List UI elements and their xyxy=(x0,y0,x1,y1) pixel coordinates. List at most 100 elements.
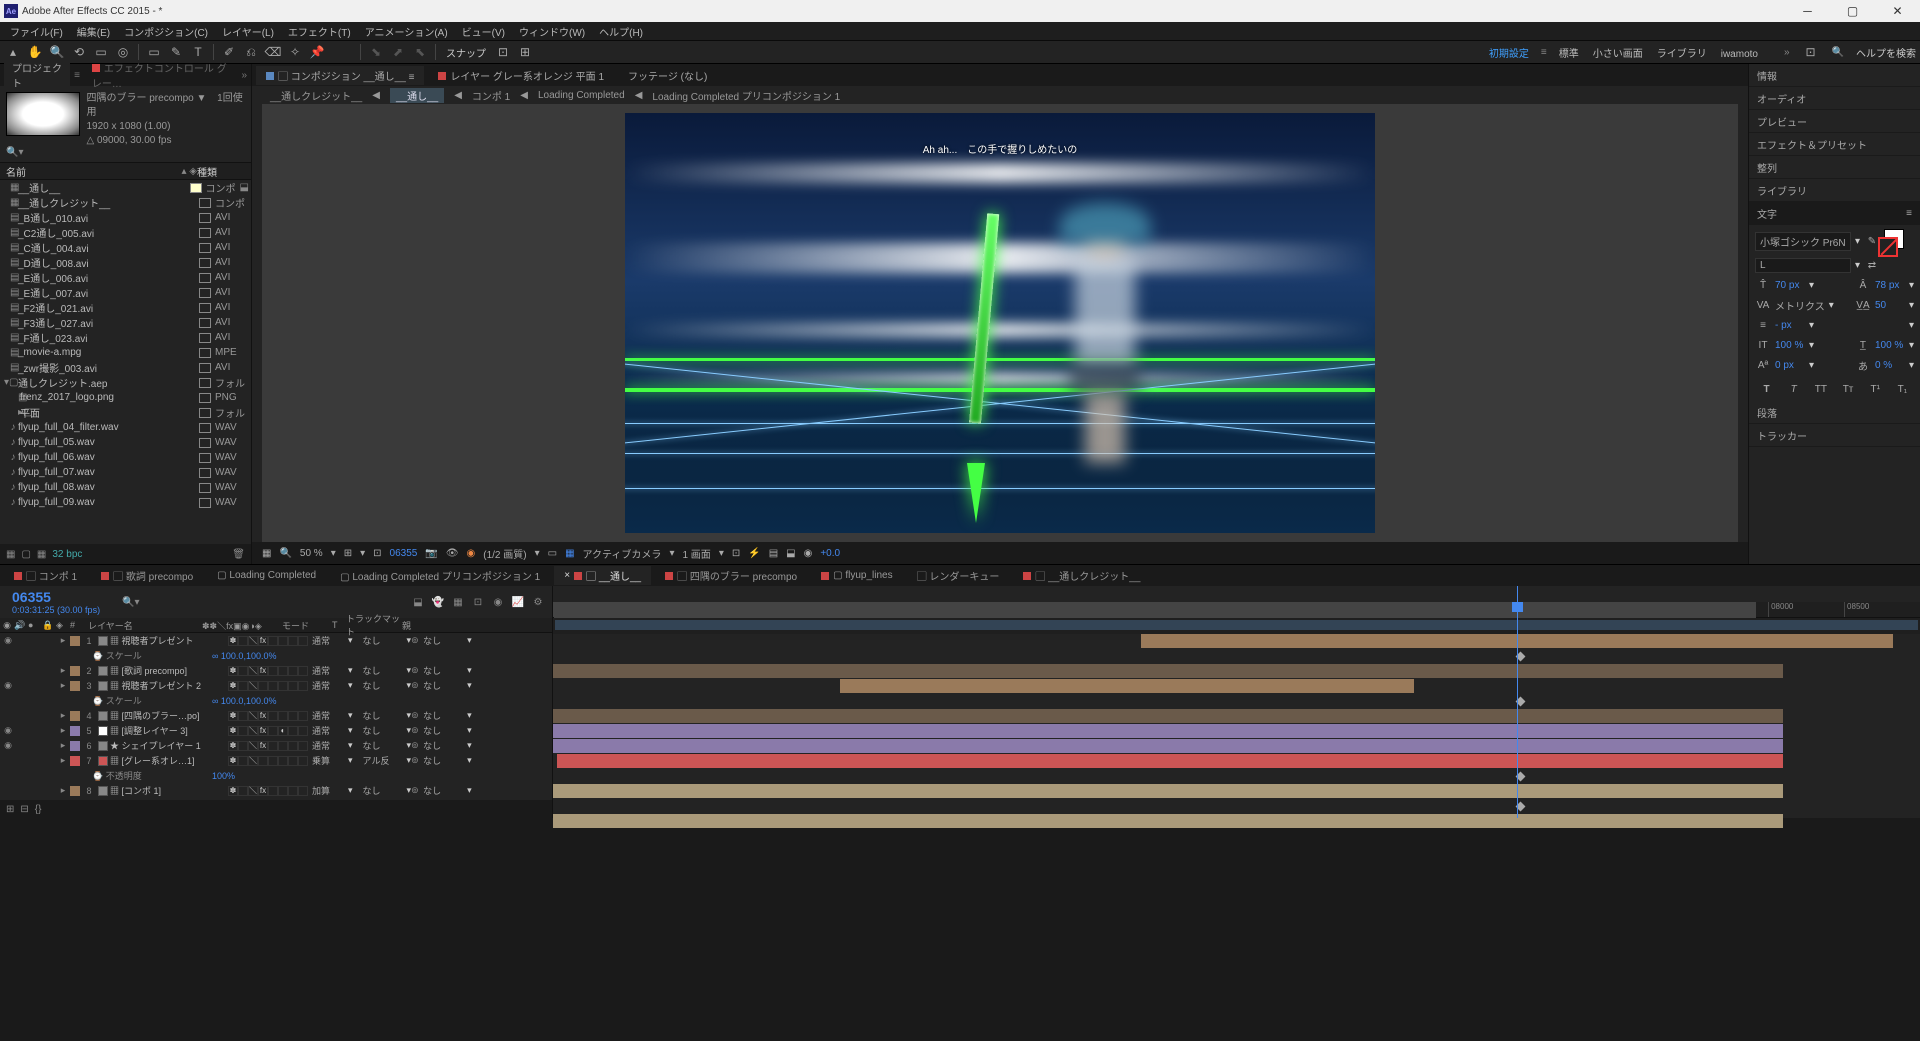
layer-bar[interactable] xyxy=(553,784,1783,798)
search-toggle-icon[interactable]: ⊡ xyxy=(1802,43,1820,61)
viewer-tab[interactable]: フッテージ (なし) xyxy=(618,66,717,85)
stroke-swatch[interactable] xyxy=(1878,237,1898,257)
toggle-modes-icon[interactable]: ⊟ xyxy=(20,804,28,815)
layer-row[interactable]: ◉ ▸3 ▦ 視聴者プレゼント 2 ✽＼ 通常▾ なし▾ ⊚なし▾ xyxy=(0,678,552,693)
snap-label[interactable]: スナップ xyxy=(442,45,490,60)
always-preview-icon[interactable]: ▦ xyxy=(262,548,271,559)
project-item[interactable]: ♪flyup_full_08.wavWAV xyxy=(0,480,251,495)
project-item[interactable]: ▤_D通し_008.aviAVI xyxy=(0,255,251,270)
snap-icon[interactable]: ⊡ xyxy=(494,43,512,61)
project-item[interactable]: ▤_C通し_004.aviAVI xyxy=(0,240,251,255)
panel-header[interactable]: ライブラリ xyxy=(1749,179,1920,202)
timeline-tab[interactable]: ▢ 歌詞 precompo xyxy=(91,566,203,585)
transparency-icon[interactable]: ▦ xyxy=(565,548,574,559)
views-value[interactable]: 1 画面 xyxy=(682,546,710,561)
frame-value[interactable]: 06355 xyxy=(390,548,418,559)
snap-edge-icon[interactable]: ⊞ xyxy=(516,43,534,61)
tracker-panel-header[interactable]: トラッカー xyxy=(1749,424,1920,447)
menu-item[interactable]: コンポジション(C) xyxy=(118,24,214,39)
clone-tool-icon[interactable]: ⎌ xyxy=(242,43,260,61)
layer-row[interactable]: ◉ ▸1 ▦ 視聴者プレゼント ✽＼fx 通常▾ なし▾ ⊚なし▾ xyxy=(0,633,552,648)
graph-icon[interactable]: 📈 xyxy=(510,594,526,610)
project-item[interactable]: ▾▢通しクレジット.aepフォル xyxy=(0,375,251,390)
allcaps-icon[interactable]: TT xyxy=(1813,381,1829,397)
breadcrumb-item[interactable]: ◀ xyxy=(454,90,462,101)
camera-value[interactable]: アクティブカメラ xyxy=(583,546,662,561)
subscript-icon[interactable]: T₁ xyxy=(1894,381,1910,397)
project-search[interactable]: 🔍▾ xyxy=(0,142,251,162)
layer-row[interactable]: ◉ ▸5 ▦ [調整レイヤー 3] ✽＼fx◐ 通常▾ なし▾ ⊚なし▾ xyxy=(0,723,552,738)
puppet-tool-icon[interactable]: 📌 xyxy=(308,43,326,61)
panel-header[interactable]: エフェクト＆プリセット xyxy=(1749,133,1920,156)
panel-header[interactable]: 整列 xyxy=(1749,156,1920,179)
playhead[interactable] xyxy=(1517,586,1518,818)
toggle-switches-icon[interactable]: ⊞ xyxy=(6,804,14,815)
layer-bar[interactable] xyxy=(553,769,1920,783)
character-panel-header[interactable]: 文字≡ xyxy=(1749,202,1920,225)
breadcrumb-item[interactable]: __通し__ xyxy=(390,88,444,103)
viewer-tab[interactable]: レイヤー グレー系オレンジ 平面 1 xyxy=(428,66,614,85)
help-search[interactable]: ヘルプを検索 xyxy=(1856,45,1916,60)
mask-icon[interactable]: ⊡ xyxy=(373,548,381,559)
workspace-item[interactable]: ライブラリ xyxy=(1657,49,1707,60)
project-item[interactable]: ▸▢平面フォル xyxy=(0,405,251,420)
layer-bar[interactable] xyxy=(553,694,1920,708)
maximize-button[interactable]: ▢ xyxy=(1830,0,1875,22)
timeline-icon[interactable]: ▤ xyxy=(769,548,778,559)
project-item[interactable]: ▤frenz_2017_logo.pngPNG xyxy=(0,390,251,405)
viewport[interactable]: Ah ah... この手で握りしめたいの xyxy=(262,104,1738,542)
timeline-tab[interactable]: × ▢ __通し__ xyxy=(554,566,651,585)
breadcrumb-item[interactable]: ◀ xyxy=(520,90,528,101)
font-weight[interactable]: L xyxy=(1755,258,1851,273)
layer-bar[interactable] xyxy=(553,739,1783,753)
superscript-icon[interactable]: T¹ xyxy=(1867,381,1883,397)
breadcrumb-item[interactable]: コンポ 1 xyxy=(472,88,510,103)
layer-bar[interactable] xyxy=(840,679,1414,693)
project-item[interactable]: ▤_zwr撮影_003.aviAVI xyxy=(0,360,251,375)
tsume[interactable]: 0 % xyxy=(1875,360,1905,371)
leading[interactable]: 78 px xyxy=(1875,280,1905,291)
menu-item[interactable]: ウィンドウ(W) xyxy=(513,24,591,39)
project-item[interactable]: ▤_B通し_010.aviAVI xyxy=(0,210,251,225)
leading-v[interactable]: - px xyxy=(1775,320,1805,331)
timeline-tab[interactable]: ▢ コンポ 1 xyxy=(4,566,87,585)
workspace-item[interactable]: 小さい画面 xyxy=(1593,49,1643,60)
close-button[interactable]: ✕ xyxy=(1875,0,1920,22)
breadcrumb-item[interactable]: __通しクレジット__ xyxy=(270,88,362,103)
channel-icon[interactable]: ◉ xyxy=(467,548,476,559)
timeline-tab[interactable]: ▢ flyup_lines xyxy=(811,568,902,583)
layer-row[interactable]: ◉ ▸6 ★ シェイプレイヤー 1 ✽＼fx 通常▾ なし▾ ⊚なし▾ xyxy=(0,738,552,753)
res-grid-icon[interactable]: ⊞ xyxy=(344,548,352,559)
menu-item[interactable]: ファイル(F) xyxy=(4,24,69,39)
italic-icon[interactable]: T xyxy=(1786,381,1802,397)
layer-row[interactable]: ▸8 ▦ [コンポ 1] ✽＼fx 加算▾ なし▾ ⊚なし▾ xyxy=(0,783,552,798)
zoom-value[interactable]: 50 % xyxy=(300,548,323,559)
timeline-tab[interactable]: ▢ __通しクレジット__ xyxy=(1013,566,1150,585)
interpret-icon[interactable]: ▦ xyxy=(6,549,15,560)
panel-header[interactable]: プレビュー xyxy=(1749,110,1920,133)
project-item[interactable]: ♪flyup_full_04_filter.wavWAV xyxy=(0,420,251,435)
tracking[interactable]: 50 xyxy=(1875,300,1905,311)
bpc-indicator[interactable]: 32 bpc xyxy=(52,549,82,560)
world-axis-icon[interactable]: ⬈ xyxy=(389,43,407,61)
project-item[interactable]: ▦__通しクレジット__コンポ xyxy=(0,195,251,210)
viewer-tab[interactable]: ▢ コンポジション __通し__ ≡ xyxy=(256,66,424,85)
current-time[interactable]: 06355 0:03:31:25 (30.00 fps) xyxy=(0,589,112,615)
comp-button-icon[interactable]: ⬓ xyxy=(410,594,426,610)
layer-bar[interactable] xyxy=(553,664,1783,678)
res-value[interactable]: (1/2 画質) xyxy=(483,546,526,561)
kerning[interactable]: メトリクス xyxy=(1775,298,1825,313)
layer-bar[interactable] xyxy=(557,754,1783,768)
toggle-panes-icon[interactable]: {} xyxy=(35,804,42,815)
layer-bar[interactable] xyxy=(553,649,1920,663)
work-area-nav[interactable] xyxy=(555,620,1918,630)
baseline[interactable]: 0 px xyxy=(1775,360,1805,371)
project-item[interactable]: ▤_movie-a.mpgMPE xyxy=(0,345,251,360)
pixel-aspect-icon[interactable]: ⊡ xyxy=(732,548,740,559)
project-item[interactable]: ▤_F通し_023.aviAVI xyxy=(0,330,251,345)
motion-blur-icon[interactable]: ◉ xyxy=(490,594,506,610)
work-area-bar[interactable] xyxy=(554,602,1756,618)
project-item[interactable]: ♪flyup_full_06.wavWAV xyxy=(0,450,251,465)
breadcrumb-item[interactable]: Loading Completed xyxy=(538,90,625,101)
project-item[interactable]: ♪flyup_full_09.wavWAV xyxy=(0,495,251,510)
